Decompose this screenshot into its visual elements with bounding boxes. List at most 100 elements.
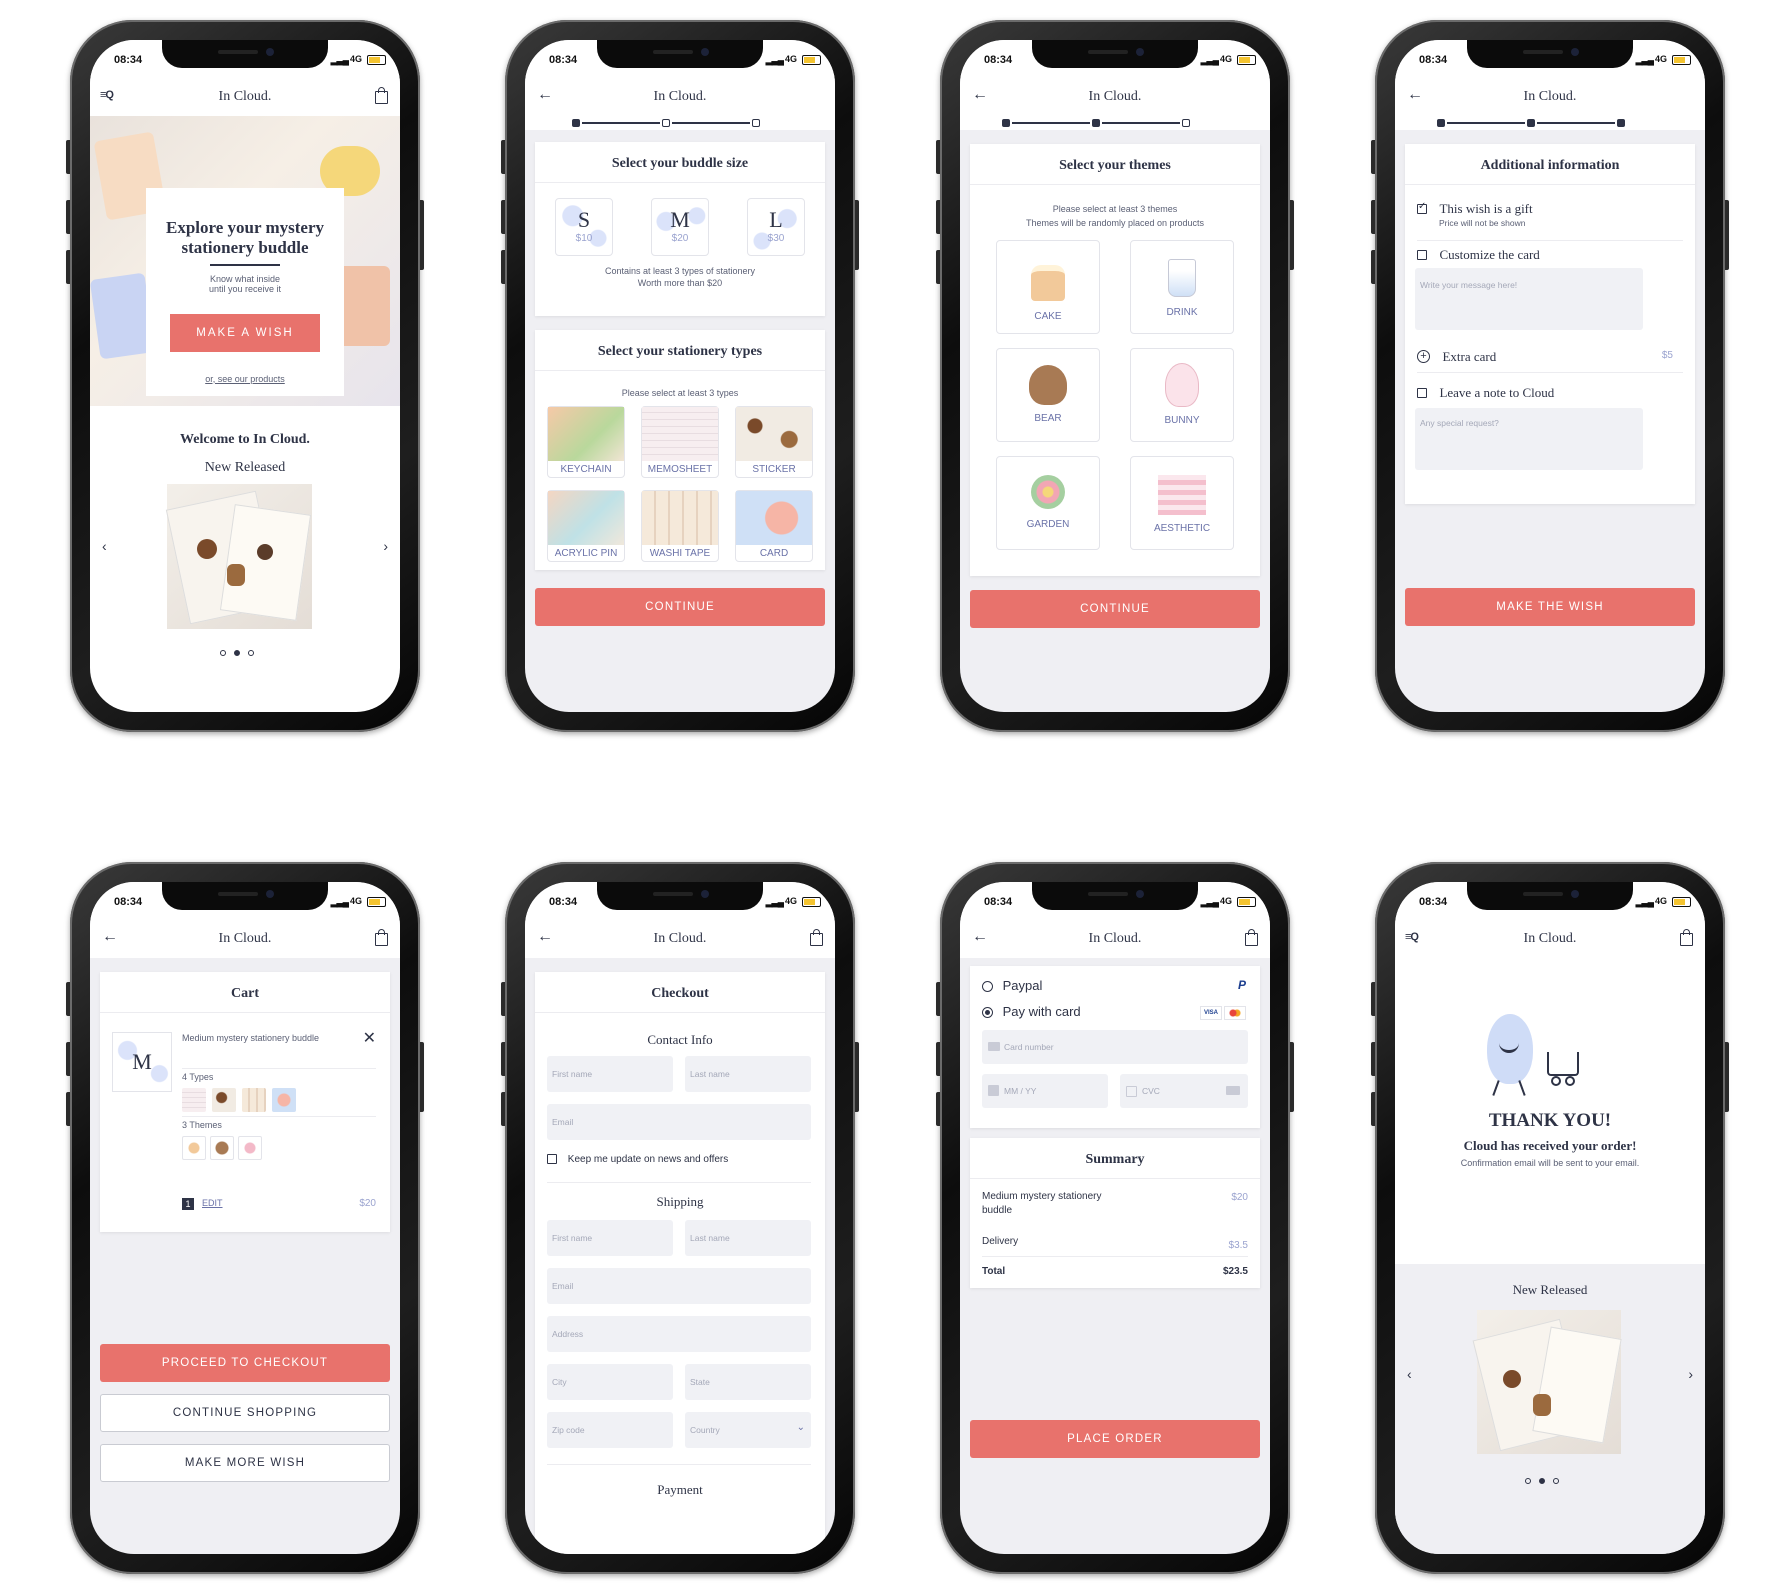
shipping-first-name-input[interactable]: First name <box>547 1220 673 1256</box>
country-select[interactable]: Country ⌄ <box>685 1412 811 1448</box>
contact-email-input[interactable]: Email <box>547 1104 811 1140</box>
continue-button[interactable]: CONTINUE <box>970 590 1260 628</box>
size-option-m[interactable]: M $20 <box>651 198 709 256</box>
shopping-bag-icon[interactable] <box>375 929 388 946</box>
continue-button[interactable]: CONTINUE <box>535 588 825 626</box>
theme-bunny[interactable]: BUNNY <box>1130 348 1234 442</box>
shopping-bag-icon[interactable] <box>375 87 388 104</box>
state-input[interactable]: State <box>685 1364 811 1400</box>
remove-item-icon[interactable]: ✕ <box>363 1028 376 1048</box>
size-option-s[interactable]: S $10 <box>555 198 613 256</box>
carousel-pager[interactable] <box>216 650 258 656</box>
battery-icon <box>802 55 821 65</box>
shipping-email-input[interactable]: Email <box>547 1268 811 1304</box>
shopping-cart-icon <box>1547 1052 1579 1086</box>
cvc-input[interactable]: CVC <box>1120 1074 1248 1108</box>
shopping-bag-icon[interactable] <box>1680 929 1693 946</box>
make-more-wish-button[interactable]: MAKE MORE WISH <box>100 1444 390 1482</box>
size-price: $30 <box>767 233 785 244</box>
battery-icon <box>1672 55 1691 65</box>
type-memosheet[interactable]: MEMOSHEET <box>641 406 719 478</box>
theme-aesthetic[interactable]: AESTHETIC <box>1130 456 1234 550</box>
page-dot[interactable] <box>248 650 254 656</box>
request-placeholder: Any special request? <box>1420 418 1499 428</box>
theme-drink[interactable]: DRINK <box>1130 240 1234 334</box>
phone-themes: 08:34 ▂▃▄ 4G ← In Cloud. Select your the… <box>936 20 1294 732</box>
paypal-radio[interactable] <box>982 981 993 993</box>
type-sticker[interactable]: STICKER <box>735 406 813 478</box>
card-radio[interactable] <box>982 1007 993 1019</box>
additional-info-title: Additional information <box>1405 144 1695 185</box>
add-circle-icon[interactable]: + <box>1417 350 1430 364</box>
contact-last-name-input[interactable]: Last name <box>685 1056 811 1092</box>
proceed-to-checkout-button[interactable]: PROCEED TO CHECKOUT <box>100 1344 390 1382</box>
carousel-pager[interactable] <box>1521 1478 1563 1484</box>
shopping-bag-icon[interactable] <box>1245 929 1258 946</box>
paypal-option[interactable]: Paypal <box>982 978 1042 993</box>
card-message-textarea[interactable]: Write your message here! <box>1415 268 1643 330</box>
note-checkbox[interactable] <box>1417 387 1427 398</box>
place-order-button[interactable]: PLACE ORDER <box>970 1420 1260 1458</box>
carousel-prev-icon[interactable]: ‹ <box>1407 1366 1412 1382</box>
address-input[interactable]: Address <box>547 1316 811 1352</box>
clock: 08:34 <box>1419 54 1448 66</box>
type-card[interactable]: CARD <box>735 490 813 562</box>
product-image[interactable] <box>1472 1310 1622 1454</box>
customize-row[interactable]: Customize the card <box>1417 246 1683 264</box>
visa-icon: VISA <box>1200 1006 1222 1020</box>
type-acrylic-pin[interactable]: ACRYLIC PIN <box>547 490 625 562</box>
cloud-mascot-icon <box>1487 1014 1533 1096</box>
page-dot[interactable] <box>220 650 226 656</box>
step-connector <box>672 122 750 124</box>
extra-card-row[interactable]: + Extra card $5 <box>1417 348 1683 373</box>
city-input[interactable]: City <box>547 1364 673 1400</box>
theme-garden[interactable]: GARDEN <box>996 456 1100 550</box>
continue-shopping-button[interactable]: CONTINUE SHOPPING <box>100 1394 390 1432</box>
gift-checkbox[interactable] <box>1417 201 1427 214</box>
shipping-last-name-input[interactable]: Last name <box>685 1220 811 1256</box>
newsletter-row[interactable]: Keep me update on news and offers <box>547 1154 728 1165</box>
contact-first-name-input[interactable]: First name <box>547 1056 673 1092</box>
carousel-next-icon[interactable]: › <box>1688 1366 1693 1382</box>
note-row[interactable]: Leave a note to Cloud <box>1417 384 1683 402</box>
edit-link[interactable]: EDIT <box>202 1198 223 1208</box>
theme-cake[interactable]: CAKE <box>996 240 1100 334</box>
types-title: Select your stationery types <box>535 330 825 371</box>
page-dot[interactable] <box>1525 1478 1531 1484</box>
carousel-prev-icon[interactable]: ‹ <box>102 538 107 554</box>
summary-card: Summary Medium mystery stationery buddle… <box>970 1138 1260 1288</box>
type-keychain[interactable]: KEYCHAIN <box>547 406 625 478</box>
carousel-next-icon[interactable]: › <box>383 538 388 554</box>
size-option-l[interactable]: L $30 <box>747 198 805 256</box>
summary-item-name: Medium mystery stationery buddle <box>982 1191 1102 1216</box>
hero-subtitle-1: Know what inside <box>209 273 281 284</box>
make-the-wish-button[interactable]: MAKE THE WISH <box>1405 588 1695 626</box>
gift-row[interactable]: This wish is a gift Price will not be sh… <box>1417 200 1683 241</box>
cart-title: Cart <box>100 972 390 1013</box>
customize-checkbox[interactable] <box>1417 249 1427 260</box>
type-image <box>548 491 624 545</box>
expiry-input[interactable]: MM / YY <box>982 1074 1108 1108</box>
theme-bear[interactable]: BEAR <box>996 348 1100 442</box>
mastercard-icon <box>1224 1006 1246 1020</box>
page-dot-active[interactable] <box>1539 1478 1545 1484</box>
make-wish-button[interactable]: MAKE A WISH <box>170 313 320 352</box>
newsletter-checkbox[interactable] <box>547 1154 557 1165</box>
lock-icon <box>1126 1086 1137 1097</box>
special-request-textarea[interactable]: Any special request? <box>1415 408 1643 470</box>
page-dot-active[interactable] <box>234 650 240 656</box>
zip-code-input[interactable]: Zip code <box>547 1412 673 1448</box>
size-title: Select your buddle size <box>535 142 825 183</box>
network-label: 4G <box>1654 896 1667 906</box>
see-products-link[interactable]: or, see our products <box>146 374 344 384</box>
quantity-box[interactable]: 1 <box>182 1198 194 1210</box>
page-dot[interactable] <box>1553 1478 1559 1484</box>
shopping-bag-icon[interactable] <box>810 929 823 946</box>
top-nav: ← In Cloud. <box>525 80 835 116</box>
signal-icon: ▂▃▄ <box>1200 55 1219 65</box>
card-number-input[interactable]: Card number <box>982 1030 1248 1064</box>
thank-you-title: THANK YOU! <box>1488 1110 1612 1131</box>
product-image[interactable] <box>165 484 312 629</box>
type-washi-tape[interactable]: WASHI TAPE <box>641 490 719 562</box>
card-option[interactable]: Pay with card <box>982 1004 1081 1019</box>
